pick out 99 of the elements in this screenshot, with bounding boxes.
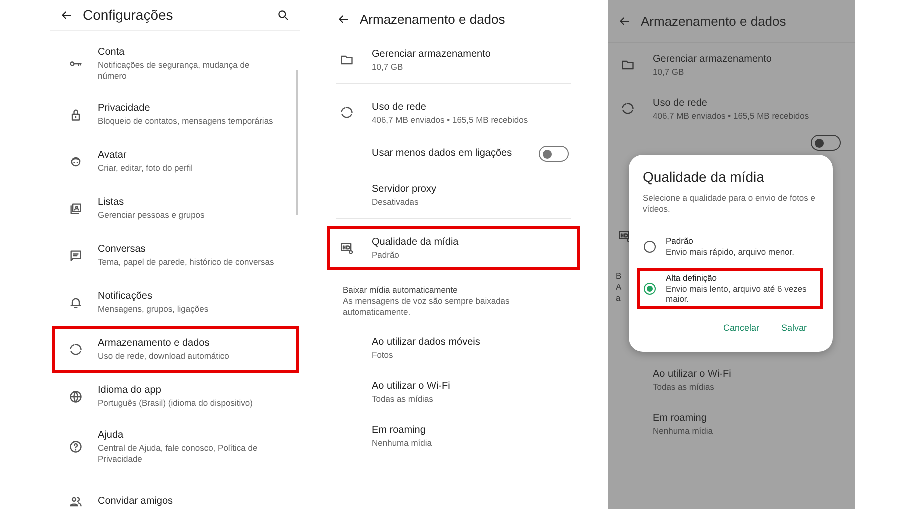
item-subtitle: Gerenciar pessoas e grupos [98, 210, 205, 221]
screen-title: Armazenamento e dados [641, 14, 786, 28]
item-title: Ao utilizar o Wi-Fi [372, 380, 450, 394]
hd-image-icon [340, 241, 354, 255]
settings-item[interactable]: Uso de rede 406,7 MB enviados • 165,5 MB recebidos [327, 91, 580, 135]
settings-item[interactable]: Conta Notificações de segurança, mudança de número [52, 37, 299, 91]
settings-item[interactable]: Listas Gerenciar pessoas e grupos [52, 185, 299, 232]
partial-text: A [616, 282, 622, 293]
back-arrow-icon[interactable] [60, 8, 73, 22]
item-title: Conta [98, 46, 126, 60]
save-button[interactable]: Salvar [779, 321, 809, 335]
item-title: Idioma do app [98, 384, 162, 398]
item-title: Ao utilizar o Wi-Fi [653, 368, 732, 382]
radio-button[interactable] [644, 240, 656, 252]
item-subtitle: Padrão [372, 250, 400, 260]
item-title: Usar menos dados em ligações [372, 147, 512, 161]
item-subtitle: 406,7 MB enviados • 165,5 MB recebidos [653, 110, 810, 122]
item-subtitle: Tema, papel de parede, histórico de conversas [98, 257, 274, 268]
item-subtitle: Uso de rede, download automático [98, 351, 230, 362]
folder-icon [621, 58, 635, 72]
help-icon [69, 440, 83, 454]
option-label: Alta definição [666, 273, 718, 284]
item-subtitle: 10,7 GB [653, 66, 686, 78]
dialog-description: Selecione a qualidade para o envio de fotos e vídeos. [643, 193, 816, 215]
settings-item[interactable]: Idioma do app Português (Brasil) (idioma do dispositivo) [52, 373, 299, 420]
item-subtitle: Nenhuma mídia [653, 426, 714, 436]
item-title: Servidor proxy [372, 182, 436, 196]
back-arrow-icon[interactable] [618, 14, 631, 28]
people-icon [69, 494, 83, 508]
item-subtitle: Desativadas [372, 196, 420, 208]
search-icon[interactable] [277, 8, 290, 22]
option-description: Envio mais rápido, arquivo menor. [666, 247, 795, 257]
item-subtitle: Central de Ajuda, fale conosco, Política de Privacidade [98, 443, 259, 465]
face-icon [69, 154, 83, 168]
settings-item[interactable]: Avatar Criar, editar, foto do perfil [52, 138, 299, 185]
quality-option[interactable]: Padrão Envio mais rápido, arquivo menor. [637, 231, 823, 262]
dialog-title: Qualidade da mídia [643, 169, 766, 185]
settings-item[interactable]: Privacidade Bloqueio de contatos, mensagens temporárias [52, 91, 299, 138]
item-title: Uso de rede [653, 96, 708, 110]
settings-item[interactable]: Conversas Tema, papel de parede, histórico de conversas [52, 232, 299, 279]
item-subtitle: Nenhuma mídia [372, 438, 432, 448]
bell-icon [69, 296, 83, 310]
lock-icon [69, 108, 83, 122]
item-subtitle: 10,7 GB [372, 62, 404, 72]
hd-image-icon [618, 229, 632, 243]
item-subtitle: Português (Brasil) (idioma do dispositivo) [98, 398, 253, 409]
item-title: Ajuda [98, 429, 125, 443]
option-label: Padrão [666, 236, 694, 247]
chat-icon [69, 248, 83, 262]
item-subtitle: Criar, editar, foto do perfil [98, 163, 193, 174]
settings-item[interactable]: Armazenamento e dados Uso de rede, download automático [52, 326, 299, 373]
settings-item[interactable]: Ajuda Central de Ajuda, fale conosco, Política de Privacidade [52, 420, 299, 474]
settings-item[interactable]: Ao utilizar o Wi-Fi Todas as mídias [327, 370, 580, 414]
item-title: Privacidade [98, 102, 152, 116]
section-header: Baixar mídia automaticamente [343, 284, 459, 296]
item-title: Gerenciar armazenamento [372, 48, 491, 62]
contact-card-icon [69, 202, 83, 216]
item-subtitle: Todas as mídias [372, 394, 434, 404]
item-subtitle: 406,7 MB enviados • 165,5 MB recebidos [372, 114, 528, 126]
settings-item[interactable]: Convidar amigos [52, 478, 299, 509]
data-usage-icon [69, 342, 83, 356]
globe-icon [69, 390, 83, 404]
data-usage-icon [340, 106, 354, 120]
settings-item[interactable]: Notificações Mensagens, grupos, ligações [52, 279, 299, 326]
item-subtitle: Fotos [372, 350, 394, 360]
folder-icon [340, 53, 354, 67]
item-title: Armazenamento e dados [98, 337, 211, 351]
partial-text: a [616, 293, 622, 304]
item-title: Conversas [98, 243, 147, 257]
toggle-switch[interactable] [811, 135, 841, 151]
item-title: Uso de rede [372, 100, 428, 114]
option-description: Envio mais lento, arquivo até 6 vezes maior. [666, 284, 808, 304]
radio-button[interactable] [644, 282, 656, 294]
settings-item[interactable]: Usar menos dados em ligações [327, 135, 580, 173]
quality-option[interactable]: Alta definição Envio mais lento, arquivo até 6 vezes maior. [637, 268, 823, 309]
screen-title: Armazenamento e dados [360, 12, 506, 26]
item-title: Notificações [98, 290, 154, 304]
partial-text: B [616, 271, 622, 282]
item-title: Avatar [98, 149, 128, 163]
settings-item[interactable]: Em roaming Nenhuma mídia [327, 414, 580, 458]
data-usage-icon [621, 102, 635, 116]
item-title: Qualidade da mídia [372, 236, 459, 250]
item-subtitle: Todas as mídias [653, 382, 716, 392]
item-title: Em roaming [653, 412, 708, 426]
item-subtitle: Bloqueio de contatos, mensagens temporárias [98, 116, 274, 127]
screen-title: Configurações [83, 7, 174, 23]
item-title: Em roaming [372, 424, 427, 438]
section-note: As mensagens de voz são sempre baixadas automaticamente. [343, 296, 511, 318]
item-title: Ao utilizar dados móveis [372, 336, 480, 350]
back-arrow-icon[interactable] [337, 12, 350, 26]
item-title: Gerenciar armazenamento [653, 52, 772, 66]
settings-item[interactable]: Ao utilizar dados móveis Fotos [327, 326, 580, 370]
settings-item[interactable]: Qualidade da mídia Padrão [327, 226, 580, 270]
item-subtitle: Mensagens, grupos, ligações [98, 304, 209, 315]
item-title: Convidar amigos [98, 494, 174, 508]
item-title: Listas [98, 196, 126, 210]
cancel-button[interactable]: Cancelar [721, 321, 762, 335]
toggle-switch[interactable] [539, 146, 569, 162]
item-subtitle: Notificações de segurança, mudança de número [98, 60, 251, 82]
